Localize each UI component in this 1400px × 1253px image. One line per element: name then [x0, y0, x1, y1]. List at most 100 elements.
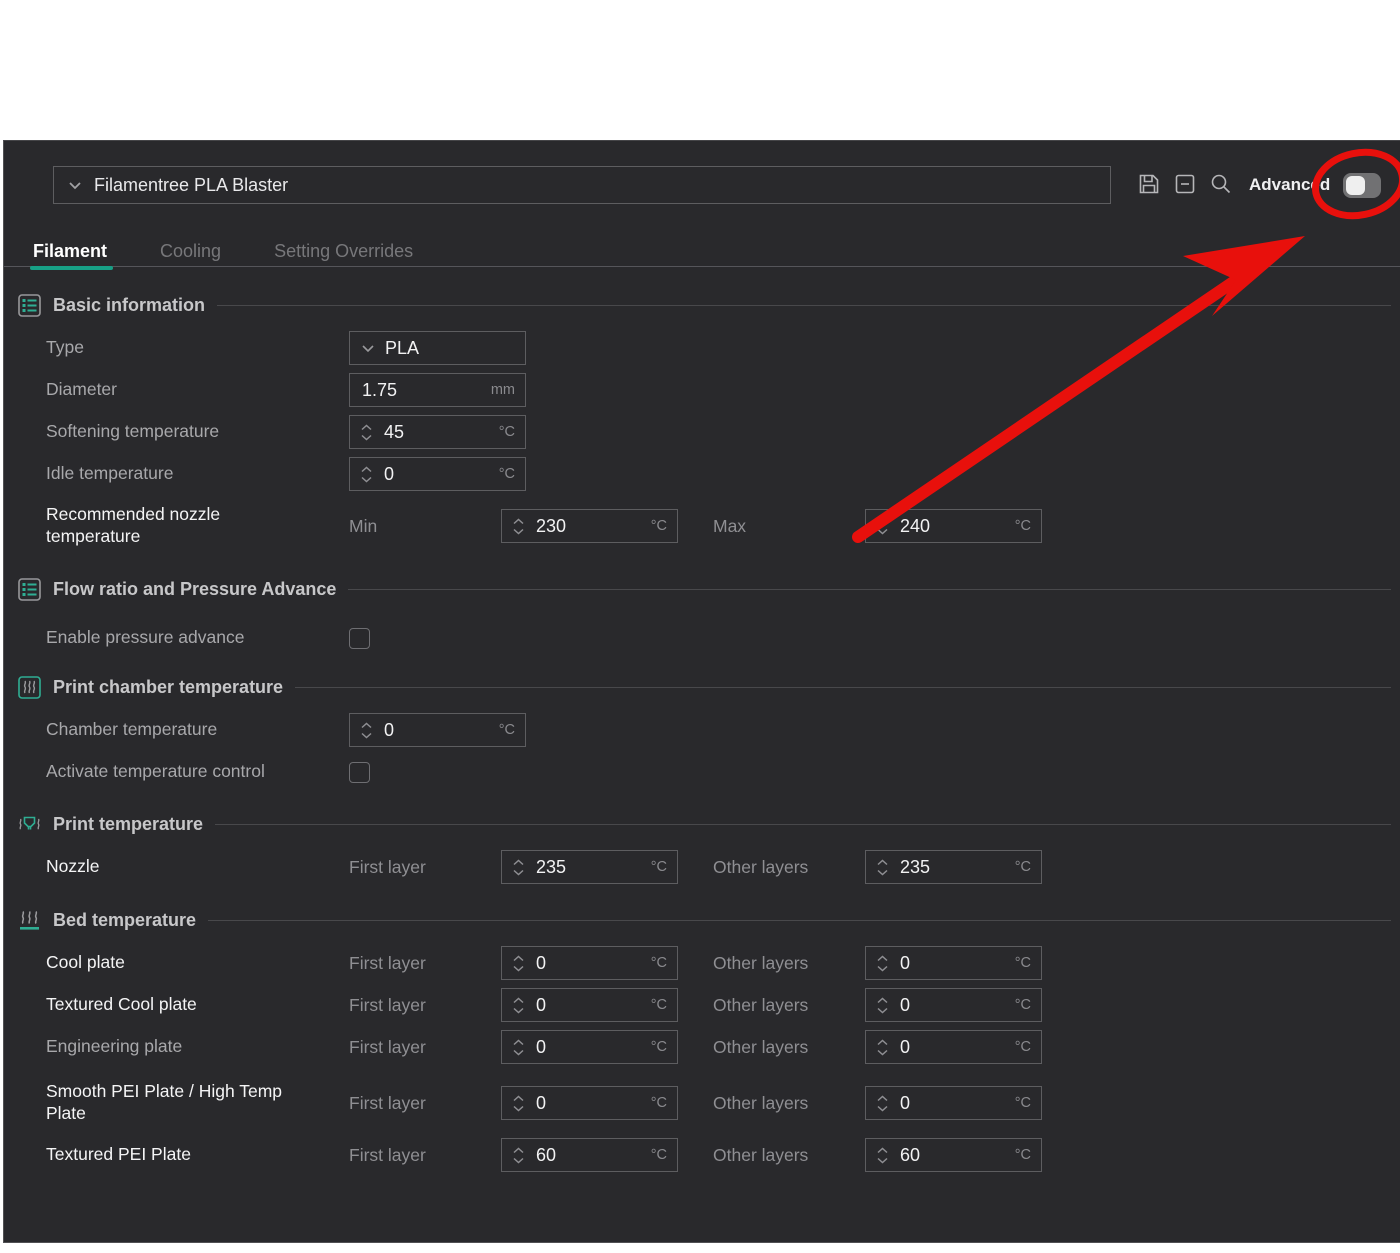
spinner-arrows[interactable] [355, 424, 377, 441]
spinner-arrows[interactable] [507, 518, 529, 535]
cool-plate-label: Cool plate [46, 952, 291, 974]
chamber-temperature-input[interactable]: 0 °C [349, 713, 526, 747]
spinner-arrows[interactable] [871, 997, 893, 1014]
field-row-textured-cool-plate: Textured Cool plate First layer 0 °C Oth… [4, 984, 1400, 1026]
settings-panel: Filamentree PLA Blaster Advanced Filamen… [3, 140, 1400, 1243]
list-icon [18, 294, 41, 317]
spinner-arrows[interactable] [507, 859, 529, 876]
chevron-down-icon [360, 340, 376, 356]
field-row-type: Type PLA [4, 327, 1400, 369]
section-title: Print chamber temperature [53, 677, 283, 698]
list-icon [18, 578, 41, 601]
remove-preset-icon[interactable] [1173, 172, 1197, 196]
field-row-recommended-nozzle: Recommended nozzle temperature Min 230 °… [4, 495, 1400, 557]
smooth-pei-plate-label: Smooth PEI Plate / High Temp Plate [46, 1081, 291, 1125]
section-divider [295, 687, 1391, 688]
max-label: Max [713, 516, 865, 537]
spinner-arrows[interactable] [507, 997, 529, 1014]
smooth-pei-plate-other-layers-input[interactable]: 0 °C [865, 1086, 1042, 1120]
first-layer-label: First layer [349, 1145, 501, 1166]
spinner-arrows[interactable] [507, 1039, 529, 1056]
field-row-textured-pei-plate: Textured PEI Plate First layer 60 °C Oth… [4, 1134, 1400, 1176]
heated-bed-icon [18, 909, 41, 932]
first-layer-label: First layer [349, 1093, 501, 1114]
save-icon[interactable] [1137, 172, 1161, 196]
other-layers-label: Other layers [713, 857, 865, 878]
advanced-label: Advanced [1249, 174, 1330, 196]
preset-dropdown[interactable]: Filamentree PLA Blaster [53, 166, 1111, 204]
field-row-pressure-advance: Enable pressure advance [4, 617, 1400, 659]
section-title: Basic information [53, 295, 205, 316]
cool-plate-other-layers-input[interactable]: 0 °C [865, 946, 1042, 980]
textured-pei-plate-label: Textured PEI Plate [46, 1144, 291, 1166]
other-layers-label: Other layers [713, 1037, 865, 1058]
pressure-advance-checkbox[interactable] [349, 628, 370, 649]
other-layers-label: Other layers [713, 953, 865, 974]
other-layers-label: Other layers [713, 995, 865, 1016]
tab-cooling[interactable]: Cooling [160, 239, 221, 266]
toggle-knob [1346, 176, 1365, 195]
tab-setting-overrides[interactable]: Setting Overrides [274, 239, 413, 266]
textured-cool-plate-label: Textured Cool plate [46, 994, 291, 1016]
nozzle-first-layer-input[interactable]: 235 °C [501, 850, 678, 884]
softening-temperature-input[interactable]: 45 °C [349, 415, 526, 449]
pressure-advance-label: Enable pressure advance [46, 627, 291, 649]
spinner-arrows[interactable] [507, 1095, 529, 1112]
nozzle-label: Nozzle [46, 856, 291, 878]
first-layer-label: First layer [349, 1037, 501, 1058]
first-layer-label: First layer [349, 857, 501, 878]
spinner-arrows[interactable] [871, 1147, 893, 1164]
cool-plate-first-layer-input[interactable]: 0 °C [501, 946, 678, 980]
textured-pei-plate-other-layers-input[interactable]: 60 °C [865, 1138, 1042, 1172]
textured-cool-plate-first-layer-input[interactable]: 0 °C [501, 988, 678, 1022]
field-row-softening: Softening temperature 45 °C [4, 411, 1400, 453]
spinner-arrows[interactable] [871, 518, 893, 535]
filament-tab-content: Basic information Type PLA Diameter 1.75… [4, 266, 1400, 1176]
section-print-temperature: Print temperature [4, 802, 1400, 846]
field-row-smooth-pei-plate: Smooth PEI Plate / High Temp Plate First… [4, 1072, 1400, 1134]
textured-pei-plate-first-layer-input[interactable]: 60 °C [501, 1138, 678, 1172]
section-divider [217, 305, 1391, 306]
idle-temperature-input[interactable]: 0 °C [349, 457, 526, 491]
section-title: Print temperature [53, 814, 203, 835]
field-row-chamber-temp: Chamber temperature 0 °C [4, 709, 1400, 751]
diameter-input[interactable]: 1.75 mm [349, 373, 526, 407]
section-flow-ratio: Flow ratio and Pressure Advance [4, 567, 1400, 611]
spinner-arrows[interactable] [871, 859, 893, 876]
section-divider [208, 920, 1391, 921]
search-icon[interactable] [1209, 172, 1233, 196]
spinner-arrows[interactable] [507, 1147, 529, 1164]
textured-cool-plate-other-layers-input[interactable]: 0 °C [865, 988, 1042, 1022]
spinner-arrows[interactable] [507, 955, 529, 972]
type-select[interactable]: PLA [349, 331, 526, 365]
nozzle-other-layers-input[interactable]: 235 °C [865, 850, 1042, 884]
chamber-temperature-label: Chamber temperature [46, 719, 291, 741]
smooth-pei-plate-first-layer-input[interactable]: 0 °C [501, 1086, 678, 1120]
section-title: Flow ratio and Pressure Advance [53, 579, 336, 600]
spinner-arrows[interactable] [871, 1095, 893, 1112]
activate-temperature-control-checkbox[interactable] [349, 762, 370, 783]
section-bed-temperature: Bed temperature [4, 898, 1400, 942]
chevron-down-icon [66, 176, 84, 194]
softening-temperature-label: Softening temperature [46, 421, 291, 443]
nozzle-max-input[interactable]: 240 °C [865, 509, 1042, 543]
field-row-nozzle: Nozzle First layer 235 °C Other layers 2… [4, 846, 1400, 888]
spinner-arrows[interactable] [871, 955, 893, 972]
type-label: Type [46, 337, 291, 359]
activate-temperature-control-label: Activate temperature control [46, 761, 291, 783]
section-print-chamber: Print chamber temperature [4, 665, 1400, 709]
engineering-plate-first-layer-input[interactable]: 0 °C [501, 1030, 678, 1064]
engineering-plate-other-layers-input[interactable]: 0 °C [865, 1030, 1042, 1064]
other-layers-label: Other layers [713, 1145, 865, 1166]
section-divider [348, 589, 1391, 590]
engineering-plate-label: Engineering plate [46, 1036, 291, 1058]
chamber-heat-icon [18, 676, 41, 699]
nozzle-min-input[interactable]: 230 °C [501, 509, 678, 543]
tab-filament[interactable]: Filament [33, 239, 107, 266]
spinner-arrows[interactable] [871, 1039, 893, 1056]
idle-temperature-label: Idle temperature [46, 463, 291, 485]
advanced-toggle[interactable] [1343, 173, 1381, 198]
spinner-arrows[interactable] [355, 466, 377, 483]
spinner-arrows[interactable] [355, 722, 377, 739]
other-layers-label: Other layers [713, 1093, 865, 1114]
